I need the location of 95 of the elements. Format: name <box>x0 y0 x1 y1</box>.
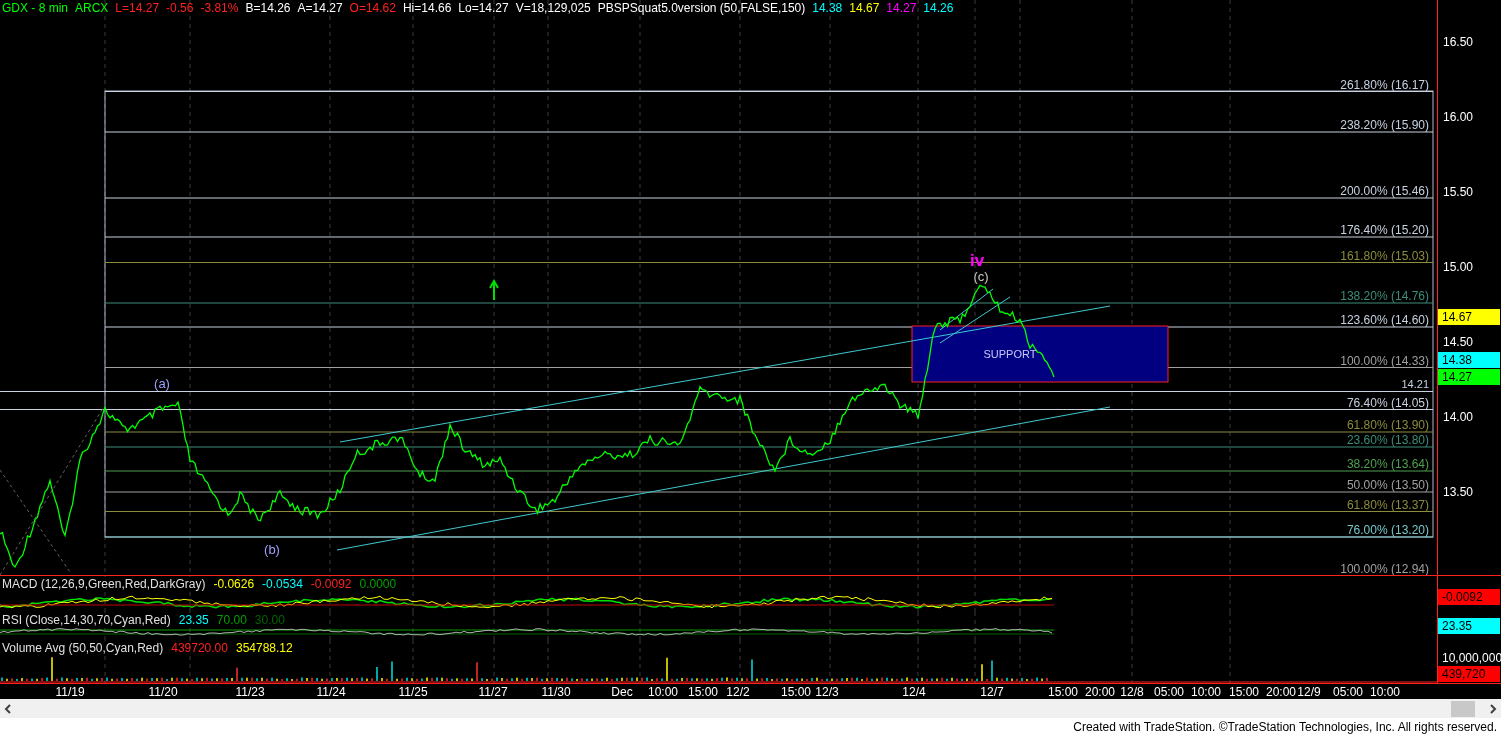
up-arrow-icon <box>489 279 499 301</box>
time-axis-label: 12/7 <box>980 685 1004 699</box>
indicator-value: 23.35 <box>178 613 209 627</box>
fib-level-label: 161.80% (15.03) <box>1340 248 1429 263</box>
indicator-value: 30.00 <box>254 613 285 627</box>
time-axis-label: 10:00 <box>648 685 678 699</box>
rsi-marker: 23.35 <box>1438 618 1500 634</box>
indicator-value: -0.0534 <box>262 577 303 591</box>
fib-level-label: 261.80% (16.17) <box>1340 77 1429 92</box>
fib-level-label: 176.40% (15.20) <box>1340 223 1429 237</box>
time-axis-label: 15:00 <box>781 685 811 699</box>
price-axis-label: 13.50 <box>1443 485 1474 499</box>
fib-level-label: 61.80% (13.90) <box>1346 418 1429 432</box>
chevron-left-icon[interactable] <box>4 703 12 714</box>
time-axis-label: 12/9 <box>1297 685 1321 699</box>
volume-marker: 439,720 <box>1438 666 1500 682</box>
quote-field: -0.56 <box>166 1 194 15</box>
price-axis-label: 16.50 <box>1443 35 1474 49</box>
time-axis-label: 11/20 <box>148 685 178 699</box>
indicator-value: 354788.12 <box>235 641 293 655</box>
volume-axis-label: 10,000,000 <box>1442 651 1501 665</box>
time-axis-label: Dec <box>611 685 633 699</box>
indicator-value: 70.00 <box>216 613 247 627</box>
time-axis-label: 12/8 <box>1120 685 1144 699</box>
price-axis-label: 14.00 <box>1443 410 1474 424</box>
fib-level-label: 50.00% (13.50) <box>1346 478 1429 492</box>
time-axis-label: 15:00 <box>1048 685 1078 699</box>
quote-field: 14.38 <box>812 1 843 15</box>
quote-field: B=14.26 <box>245 1 291 15</box>
quote-field: A=14.27 <box>297 1 343 15</box>
time-axis-label: 12/3 <box>815 685 839 699</box>
time-axis-label: 12/2 <box>726 685 750 699</box>
wave-label: (c) <box>973 269 989 284</box>
fib-level-label: 61.80% (13.37) <box>1346 497 1429 512</box>
time-axis-label: 10:00 <box>1370 685 1400 699</box>
fib-level-label: 76.40% (14.05) <box>1346 395 1429 410</box>
indicator-value: 439720.00 <box>171 641 228 655</box>
price-axis-label: 15.50 <box>1443 185 1474 199</box>
time-axis-label: 15:00 <box>688 685 718 699</box>
indicator-title: MACD (12,26,9,Green,Red,DarkGray) <box>2 577 206 591</box>
price-marker: 14.27 <box>1438 368 1500 385</box>
horizontal-scrollbar[interactable] <box>0 699 1501 718</box>
reference-line-label: 14.21 <box>1401 377 1429 390</box>
quote-field: ARCX <box>75 1 109 15</box>
quote-field: 14.27 <box>886 1 917 15</box>
fib-level-label: 100.00% (12.94) <box>1340 562 1429 575</box>
quote-field: O=14.62 <box>349 1 396 15</box>
fib-level-label: 200.00% (15.46) <box>1340 184 1429 198</box>
time-axis-label: 11/27 <box>478 685 508 699</box>
price-marker: 14.67 <box>1438 308 1500 325</box>
fib-level-label: 38.20% (13.64) <box>1346 457 1429 471</box>
time-axis-label: 11/30 <box>541 685 571 699</box>
price-marker: 14.38 <box>1438 352 1500 368</box>
wave-label: (b) <box>264 542 280 557</box>
fib-level-label: 238.20% (15.90) <box>1340 118 1429 132</box>
macd-marker: -0.0092 <box>1438 589 1500 605</box>
time-axis-label: 20:00 <box>1085 685 1115 699</box>
indicator-value: -0.0092 <box>310 577 352 591</box>
time-axis-label: 05:00 <box>1154 685 1184 699</box>
time-axis-label: 12/4 <box>902 685 926 699</box>
indicator-value: -0.0626 <box>213 577 255 591</box>
fib-level-label: 138.20% (14.76) <box>1340 289 1429 303</box>
quote-field: L=14.27 <box>115 1 160 15</box>
quote-field: GDX - 8 min <box>2 1 68 15</box>
indicator-value: 0.0000 <box>359 577 397 591</box>
copyright-footer: Created with TradeStation. ©TradeStation Technologies, Inc. All rights reserved. <box>1073 718 1497 736</box>
quote-field: PBSPSquat5.0version (50,FALSE,150) <box>597 1 806 15</box>
time-axis-label: 15:00 <box>1229 685 1259 699</box>
price-axis-label: 14.50 <box>1443 335 1474 349</box>
price-axis-label: 16.00 <box>1443 110 1474 124</box>
scrollbar-thumb[interactable] <box>1451 700 1475 717</box>
quote-field: Hi=14.66 <box>402 1 452 15</box>
fib-level-label: 100.00% (14.33) <box>1340 353 1429 368</box>
time-axis-label: 10:00 <box>1191 685 1221 699</box>
fib-level-label: 23.60% (13.80) <box>1346 433 1429 447</box>
time-axis-label: 11/19 <box>55 685 85 699</box>
price-axis-label: 15.00 <box>1443 260 1474 274</box>
wave-label: iv <box>969 251 985 270</box>
quote-field: V=18,129,025 <box>515 1 591 15</box>
time-axis-label: 11/23 <box>235 685 265 699</box>
time-axis-label: 11/25 <box>398 685 428 699</box>
quote-field: Lo=14.27 <box>458 1 509 15</box>
wave-label: (a) <box>154 376 170 391</box>
quote-field: -3.81% <box>200 1 239 15</box>
time-axis-label: 05:00 <box>1333 685 1363 699</box>
quote-field: 14.67 <box>849 1 880 15</box>
quote-field: 14.26 <box>923 1 954 15</box>
time-axis-label: 20:00 <box>1266 685 1296 699</box>
chevron-right-icon[interactable] <box>1489 703 1497 714</box>
indicator-title: Volume Avg (50,50,Cyan,Red) <box>2 641 164 655</box>
support-label: SUPPORT <box>983 348 1037 360</box>
indicator-title: RSI (Close,14,30,70,Cyan,Red) <box>2 613 171 627</box>
fib-level-label: 76.00% (13.20) <box>1346 523 1429 537</box>
time-axis-label: 11/24 <box>316 685 346 699</box>
fib-level-label: 123.60% (14.60) <box>1340 313 1429 327</box>
